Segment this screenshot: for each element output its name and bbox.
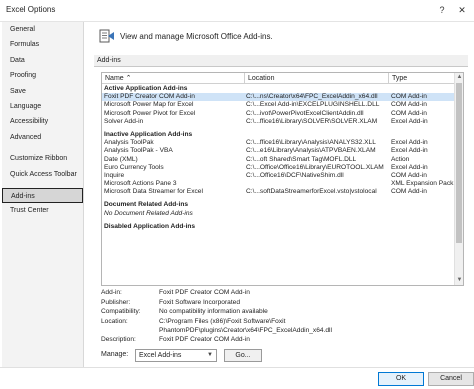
row-type: COM Add-in [391,109,427,117]
row-name: Microsoft Actions Pane 3 [104,180,177,188]
table-row[interactable]: Solver Add-in C:\...ffice16\Library\SOLV… [102,118,454,126]
chevron-down-icon: ▼ [207,352,213,358]
row-location: C:\...ffice16\Library\Analysis\ANALYS32.… [246,139,376,147]
row-type: Excel Add-in [391,139,428,147]
row-name: No Document Related Add-ins [104,209,193,217]
detail-value: No compatibility information available [159,308,268,315]
detail-value: Foxit Software Incorporated [159,298,240,306]
add-ins-list[interactable]: Name ⌃ Location Type Active Application … [101,72,464,286]
group-header: Disabled Application Add-ins [104,222,196,230]
sidebar-item-add-ins[interactable]: Add-ins [2,187,83,204]
table-row[interactable]: Euro Currency Tools C:\...Office\Office1… [102,164,454,172]
sidebar-item-trust-center[interactable]: Trust Center [2,203,83,218]
row-type: COM Add-in [391,101,427,109]
row-type: Excel Add-in [391,163,428,171]
sidebar-item-language[interactable]: Language [2,99,83,114]
go-button[interactable]: Go... [224,349,262,362]
row-name: Solver Add-in [104,117,144,125]
add-ins-section-title: Add-ins [94,55,468,67]
sidebar-item-customize-ribbon[interactable]: Customize Ribbon [2,151,83,166]
row-name: Foxit PDF Creator COM Add-in [104,93,195,101]
detail-label: Description: [101,335,136,343]
table-row[interactable]: Analysis ToolPak - VBA C:\...e16\Library… [102,147,454,155]
manage-label: Manage: [101,351,129,358]
row-location: C:\...softDataStreamerforExcel.vsto|vsto… [246,188,377,196]
table-row[interactable]: Date (XML) C:\...oft Shared\Smart Tag\MO… [102,156,454,164]
row-name: Microsoft Power Pivot for Excel [104,109,196,117]
row-location: C:\...oft Shared\Smart Tag\MOFL.DLL [246,155,357,163]
row-location: C:\...ffice16\Library\SOLVER\SOLVER.XLAM [246,117,378,125]
sidebar-item-general[interactable]: General [2,22,83,37]
row-name: Euro Currency Tools [104,163,164,171]
scrollbar-thumb[interactable] [456,83,462,243]
group-header: Document Related Add-ins [104,201,189,209]
detail-label: Compatibility: [101,308,141,315]
row-location: C:\...ns\Creator\x64\FPC_ExcelAddin_x64.… [246,93,378,101]
row-location: C:\...e16\Library\Analysis\ATPVBAEN.XLAM [246,147,376,155]
options-sidebar: General Formulas Data Proofing Save Lang… [2,22,84,367]
column-header-name[interactable]: Name ⌃ [102,73,245,84]
add-ins-panel: View and manage Microsoft Office Add-ins… [88,22,474,367]
help-button[interactable]: ? [434,3,450,17]
detail-label: Location: [101,317,128,325]
row-type: Action [391,155,410,163]
sidebar-item-advanced[interactable]: Advanced [2,130,83,145]
sidebar-item-accessibility[interactable]: Accessibility [2,114,83,129]
detail-label: Publisher: [101,298,131,306]
table-row[interactable]: Inquire C:\...Office16\DCF\NativeShim.dl… [102,172,454,180]
table-row: No Document Related Add-ins [102,210,454,218]
panel-header: View and manage Microsoft Office Add-ins… [120,32,273,41]
sidebar-item-formulas[interactable]: Formulas [2,37,83,52]
row-type: XML Expansion Pack [391,180,454,188]
detail-value: Foxit PDF Creator COM Add-in [159,289,250,296]
detail-label: Add-in: [101,289,122,296]
row-name: Inquire [104,171,125,179]
row-type: COM Add-in [391,171,427,179]
window-title: Excel Options [6,5,56,14]
row-name: Microsoft Power Map for Excel [104,101,194,109]
row-location: C:\...Office16\DCF\NativeShim.dll [246,171,344,179]
group-header: Inactive Application Add-ins [104,130,193,138]
scroll-down-icon[interactable]: ▼ [455,276,463,285]
title-bar: Excel Options ? ✕ [0,0,474,22]
table-row[interactable]: Microsoft Data Streamer for Excel C:\...… [102,188,454,196]
add-ins-icon [99,29,114,43]
add-ins-rows: Active Application Add-ins Foxit PDF Cre… [102,85,454,231]
sidebar-item-data[interactable]: Data [2,53,83,68]
row-type: Excel Add-in [391,147,428,155]
detail-value: Foxit PDF Creator COM Add-in [159,335,250,343]
sidebar-item-proofing[interactable]: Proofing [2,68,83,83]
manage-select-value: Excel Add-ins [139,352,182,359]
list-scrollbar[interactable]: ▲ ▼ [454,73,463,285]
ok-button[interactable]: OK [378,372,424,386]
scroll-up-icon[interactable]: ▲ [455,73,463,82]
row-type: Excel Add-in [391,117,428,125]
row-name: Microsoft Data Streamer for Excel [104,188,203,196]
row-location: C:\...Office\Office16\Library\EUROTOOL.X… [246,163,384,171]
row-name: Analysis ToolPak [104,139,154,147]
row-name: Analysis ToolPak - VBA [104,147,173,155]
row-location: C:\...ivot\PowerPivotExcelClientAddin.dl… [246,109,364,117]
table-row[interactable]: Microsoft Actions Pane 3 XML Expansion P… [102,180,454,188]
table-row[interactable]: Microsoft Power Pivot for Excel C:\...iv… [102,110,454,118]
detail-value: C:\Program Files (x86)\Foxit Software\Fo… [159,317,332,334]
sidebar-item-save[interactable]: Save [2,84,83,99]
row-type: COM Add-in [391,93,427,101]
table-row[interactable]: Analysis ToolPak C:\...ffice16\Library\A… [102,139,454,147]
close-button[interactable]: ✕ [454,3,470,17]
sidebar-item-quick-access-toolbar[interactable]: Quick Access Toolbar [2,167,83,182]
column-header-location[interactable]: Location [245,73,389,84]
column-header-type[interactable]: Type [389,73,455,84]
group-header: Active Application Add-ins [104,85,188,92]
manage-select[interactable]: Excel Add-ins ▼ [135,349,217,362]
row-location: C:\...Excel Add-in\EXCELPLUGINSHELL.DLL [246,101,380,109]
table-row[interactable]: Foxit PDF Creator COM Add-in C:\...ns\Cr… [102,93,454,102]
add-in-details: Add-in: Foxit PDF Creator COM Add-in Publ… [101,288,464,344]
row-type: COM Add-in [391,188,427,196]
row-name: Date (XML) [104,155,138,163]
cancel-button[interactable]: Cancel [428,372,474,386]
table-row[interactable]: Microsoft Power Map for Excel C:\...Exce… [102,101,454,109]
dialog-footer: OK Cancel [0,367,474,389]
